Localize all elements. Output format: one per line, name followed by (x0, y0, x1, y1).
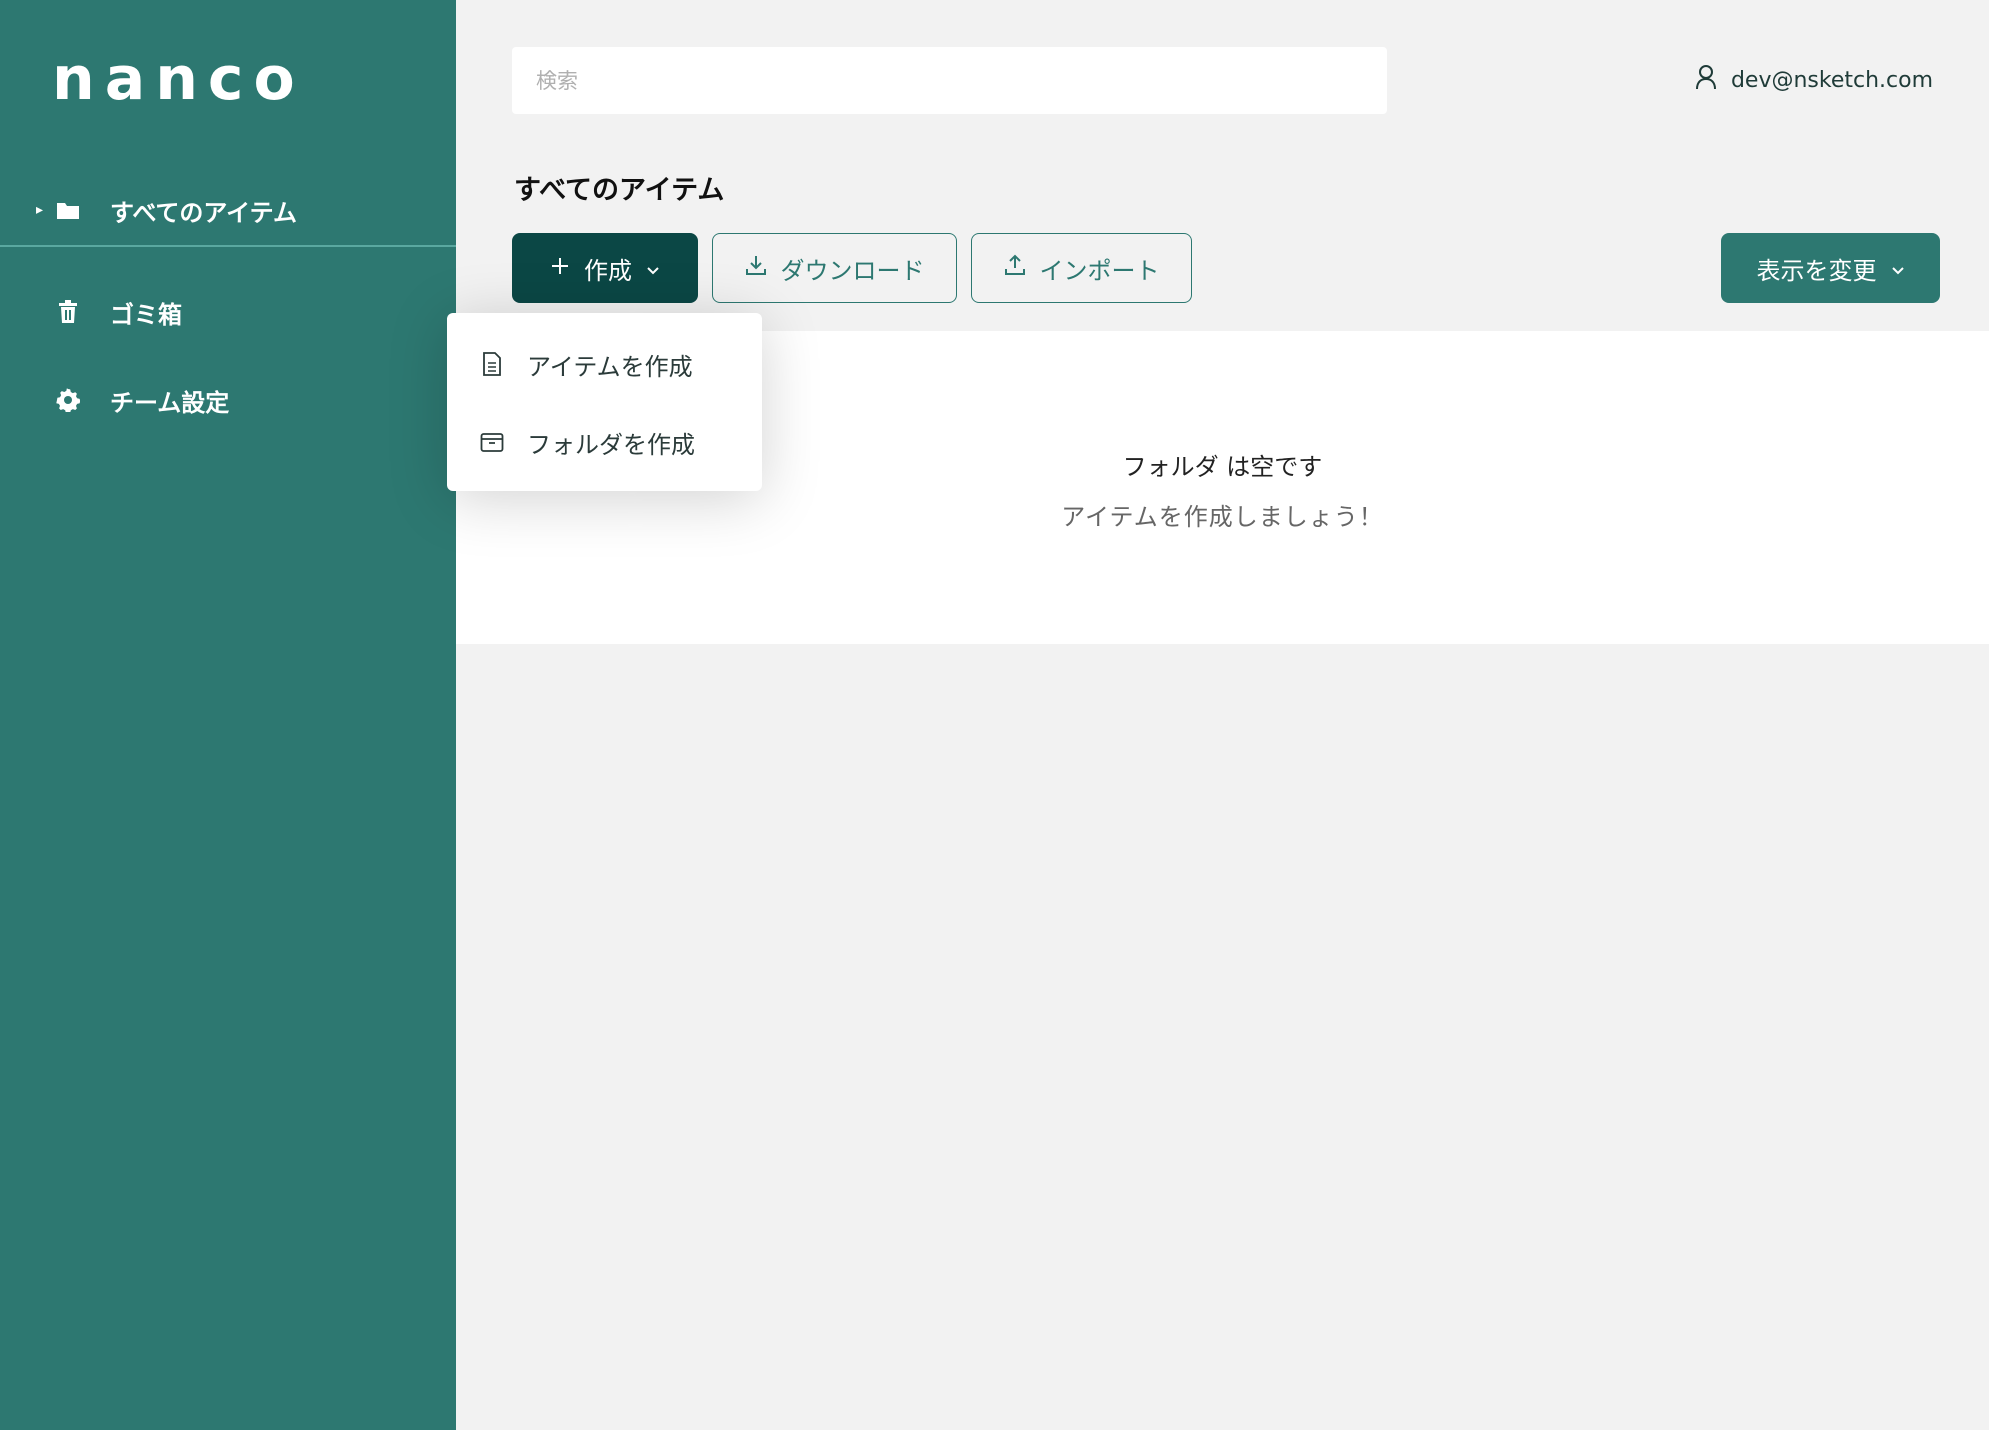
create-button[interactable]: 作成 (512, 233, 698, 303)
create-dropdown-menu: アイテムを作成 フォルダを作成 (447, 313, 762, 491)
menu-item-label: アイテムを作成 (527, 352, 693, 381)
folder-box-icon (479, 429, 505, 455)
gear-icon (54, 386, 82, 414)
change-view-button-label: 表示を変更 (1756, 256, 1877, 285)
sidebar-item-label: チーム設定 (110, 388, 230, 417)
folder-icon (54, 196, 82, 224)
chevron-down-icon (1891, 254, 1905, 282)
search-input[interactable] (512, 47, 1387, 114)
import-button[interactable]: インポート (971, 233, 1192, 303)
import-button-label: インポート (1039, 256, 1160, 285)
chevron-down-icon (646, 254, 660, 282)
user-email: dev@nsketch.com (1730, 67, 1933, 93)
caret-right-icon[interactable]: ▸ (36, 202, 43, 218)
trash-icon (54, 298, 82, 326)
download-button-label: ダウンロード (780, 256, 925, 285)
app-logo[interactable]: nanco (52, 44, 305, 114)
upload-icon (1004, 254, 1026, 282)
user-icon (1695, 64, 1717, 96)
menu-item-label: フォルダを作成 (527, 430, 695, 459)
change-view-button[interactable]: 表示を変更 (1721, 233, 1940, 303)
user-menu[interactable]: dev@nsketch.com (1695, 64, 1933, 96)
create-folder-option[interactable]: フォルダを作成 (447, 410, 762, 474)
sidebar-item-team-settings[interactable]: チーム設定 (0, 370, 456, 430)
sidebar-item-label: ゴミ箱 (110, 300, 182, 329)
download-icon (745, 254, 767, 282)
create-item-option[interactable]: アイテムを作成 (447, 332, 762, 396)
sidebar: nanco ▸ すべてのアイテム ゴミ箱 チーム設定 (0, 0, 456, 1430)
plus-icon (550, 254, 570, 282)
download-button[interactable]: ダウンロード (712, 233, 957, 303)
sidebar-item-label: すべてのアイテム (110, 198, 297, 227)
sidebar-divider (0, 245, 456, 247)
sidebar-item-trash[interactable]: ゴミ箱 (0, 282, 456, 342)
sidebar-item-all-items[interactable]: ▸ すべてのアイテム (0, 180, 456, 240)
page-title: すべてのアイテム (514, 175, 725, 206)
empty-state-subtitle: アイテムを作成しましょう！ (1061, 503, 1384, 531)
create-button-label: 作成 (584, 256, 632, 285)
document-icon (479, 351, 505, 377)
